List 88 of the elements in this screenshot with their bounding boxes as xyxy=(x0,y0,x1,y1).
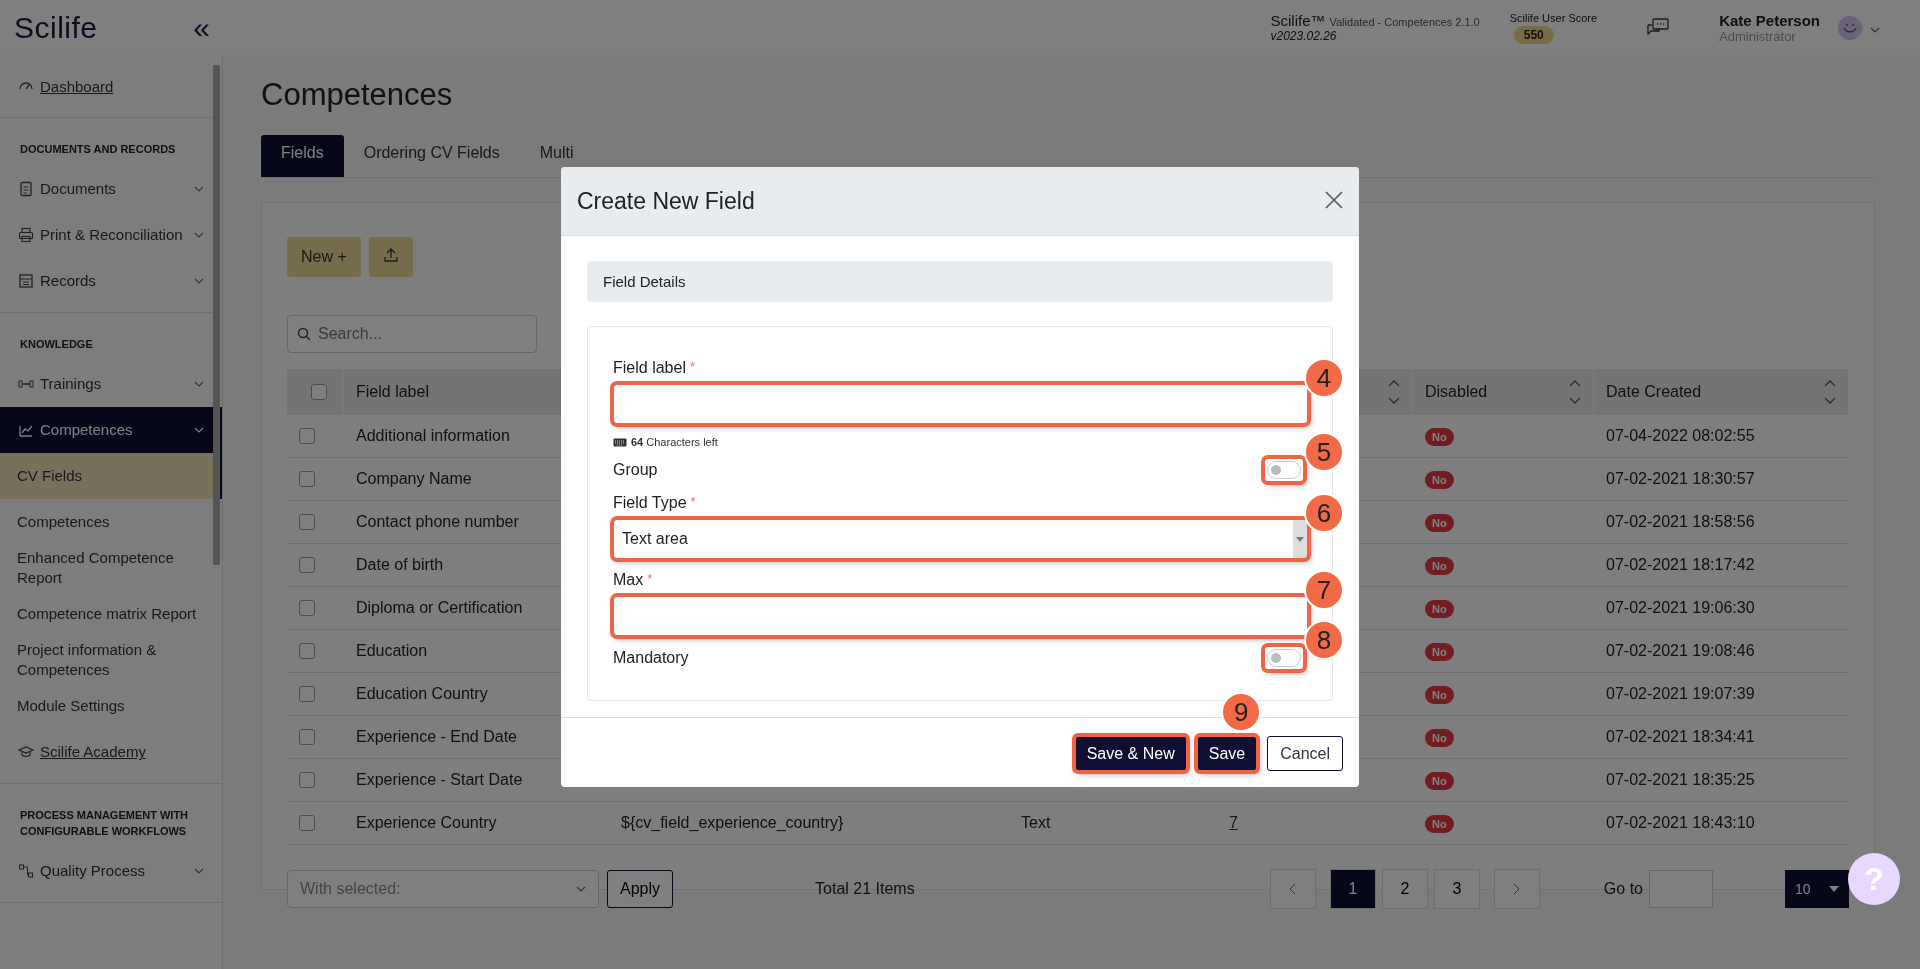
column-header[interactable]: Date Created xyxy=(1606,383,1702,401)
table-cell-text: 07-02-2021 18:17:42 xyxy=(1605,556,1756,574)
page-button[interactable]: 2 xyxy=(1381,869,1428,909)
total-items-text: Total 21 Items xyxy=(815,880,915,898)
field-type-dropdown[interactable]: Text area xyxy=(613,519,1308,559)
table-cell-text: Education xyxy=(355,642,429,660)
sidebar-item[interactable]: Module Settings xyxy=(0,682,222,729)
tab[interactable]: Ordering CV Fields xyxy=(343,135,520,177)
sidebar-section-title: DOCUMENTS AND RECORDS xyxy=(19,142,177,157)
page-button[interactable]: 3 xyxy=(1433,869,1480,909)
table-cell-text: Additional information xyxy=(355,427,511,445)
sidebar-item[interactable]: Project information & Competences xyxy=(0,636,222,683)
status-tag: No xyxy=(1425,772,1454,790)
apply-button[interactable]: Apply xyxy=(607,870,674,908)
table-cell-text: 07-02-2021 19:08:46 xyxy=(1605,642,1756,660)
version-text: v2023.02.26 xyxy=(1270,29,1338,43)
step-number-badge: 7 xyxy=(1304,570,1344,610)
logo: Scilife xyxy=(14,10,98,45)
column-header[interactable]: Disabled xyxy=(1425,383,1488,401)
table-cell-text: 07-02-2021 18:43:10 xyxy=(1605,814,1756,832)
status-tag: No xyxy=(1425,471,1454,489)
column-header[interactable]: Field label xyxy=(356,383,429,401)
section-header: Field Details xyxy=(587,261,1333,302)
table-cell-text: Diploma or Certification xyxy=(355,599,524,617)
dialog-title: Create New Field xyxy=(577,187,755,215)
table-cell: Text xyxy=(1021,814,1051,831)
table-cell-text: 07-02-2021 18:35:25 xyxy=(1605,771,1756,789)
page-title: Competences xyxy=(261,77,454,113)
sidebar-item[interactable]: Competences xyxy=(0,406,222,453)
characters-left-text: 64 Characters left xyxy=(631,436,718,448)
sidebar-item[interactable]: Scilife Academy xyxy=(0,728,222,775)
new-button[interactable]: New + xyxy=(287,237,361,277)
table-cell-text: 07-02-2021 19:07:39 xyxy=(1605,685,1756,703)
table-cell-text: 07-02-2021 18:58:56 xyxy=(1605,513,1756,531)
field-label: Group xyxy=(613,461,658,479)
table-cell-text: 07-04-2022 08:02:55 xyxy=(1605,427,1756,445)
step-number-badge: 4 xyxy=(1304,358,1344,398)
status-tag: No xyxy=(1425,557,1454,575)
status-tag: No xyxy=(1425,514,1454,532)
table-cell-text: Date of birth xyxy=(355,556,445,574)
score-badge: 550 xyxy=(1513,25,1554,44)
tab[interactable]: Multi xyxy=(519,135,594,177)
sidebar-section-title: KNOWLEDGE xyxy=(19,336,94,352)
count-link[interactable]: 7 xyxy=(1229,814,1238,831)
bulk-action-dropdown[interactable]: With selected: xyxy=(287,870,599,908)
step-number-badge: 6 xyxy=(1304,493,1344,533)
status-tag: No xyxy=(1425,600,1454,618)
page-size-dropdown[interactable]: 10 xyxy=(1785,870,1849,908)
status-tag: No xyxy=(1425,686,1454,704)
table-cell-text: 07-02-2021 18:34:41 xyxy=(1605,728,1756,746)
sidebar-section-title: PROCESS MANAGEMENT WITH CONFIGURABLE WORKFLOWS xyxy=(19,807,190,839)
table-cell-text: Experience - Start Date xyxy=(355,771,524,789)
field-label: Mandatory xyxy=(613,649,689,667)
sidebar-item[interactable]: Competence matrix Report xyxy=(0,590,222,637)
required-asterisk: * xyxy=(647,571,653,588)
table-cell-text: Education Country xyxy=(355,685,489,703)
required-asterisk: * xyxy=(689,359,695,376)
field-label: Field Type xyxy=(613,494,687,512)
score-label: Scilife User Score xyxy=(1509,11,1598,24)
field-label: Max xyxy=(613,571,644,589)
sidebar-item[interactable]: Quality Process xyxy=(0,847,222,894)
status-tag: No xyxy=(1425,428,1454,446)
go-to-label: Go to xyxy=(1603,880,1643,898)
field-label: Field label xyxy=(613,359,686,377)
product-name: Scilife™ xyxy=(1270,12,1326,29)
step-number-badge: 9 xyxy=(1221,692,1262,732)
dialog-button[interactable]: Cancel xyxy=(1267,736,1343,771)
user-name: Kate Peterson xyxy=(1719,11,1820,29)
table-cell-text: Company Name xyxy=(355,470,473,488)
page-button[interactable]: 1 xyxy=(1329,869,1376,909)
search-field[interactable]: Search... xyxy=(287,315,537,353)
table-cell-text: Experience - End Date xyxy=(355,728,518,746)
status-tag: No xyxy=(1425,815,1454,833)
table-cell-text: 07-02-2021 18:30:57 xyxy=(1605,470,1756,488)
collapse-sidebar-button[interactable]: « xyxy=(193,12,210,43)
table-cell-text: Experience Country xyxy=(355,814,498,832)
step-number-badge: 5 xyxy=(1304,432,1344,472)
table-cell-text: Contact phone number xyxy=(355,513,520,531)
required-asterisk: * xyxy=(690,494,696,511)
tab[interactable]: Fields xyxy=(261,135,344,177)
table-cell-text: 07-02-2021 19:06:30 xyxy=(1605,599,1756,617)
edition-text: Validated - Competences 2.1.0 xyxy=(1329,16,1480,28)
status-tag: No xyxy=(1425,643,1454,661)
sidebar-item[interactable]: CV Fields xyxy=(0,452,222,499)
status-tag: No xyxy=(1425,729,1454,747)
dialog-button[interactable]: Save & New xyxy=(1074,736,1187,771)
table-cell: ${cv_field_experience_country} xyxy=(621,814,844,831)
step-number-badge: 8 xyxy=(1304,620,1344,660)
